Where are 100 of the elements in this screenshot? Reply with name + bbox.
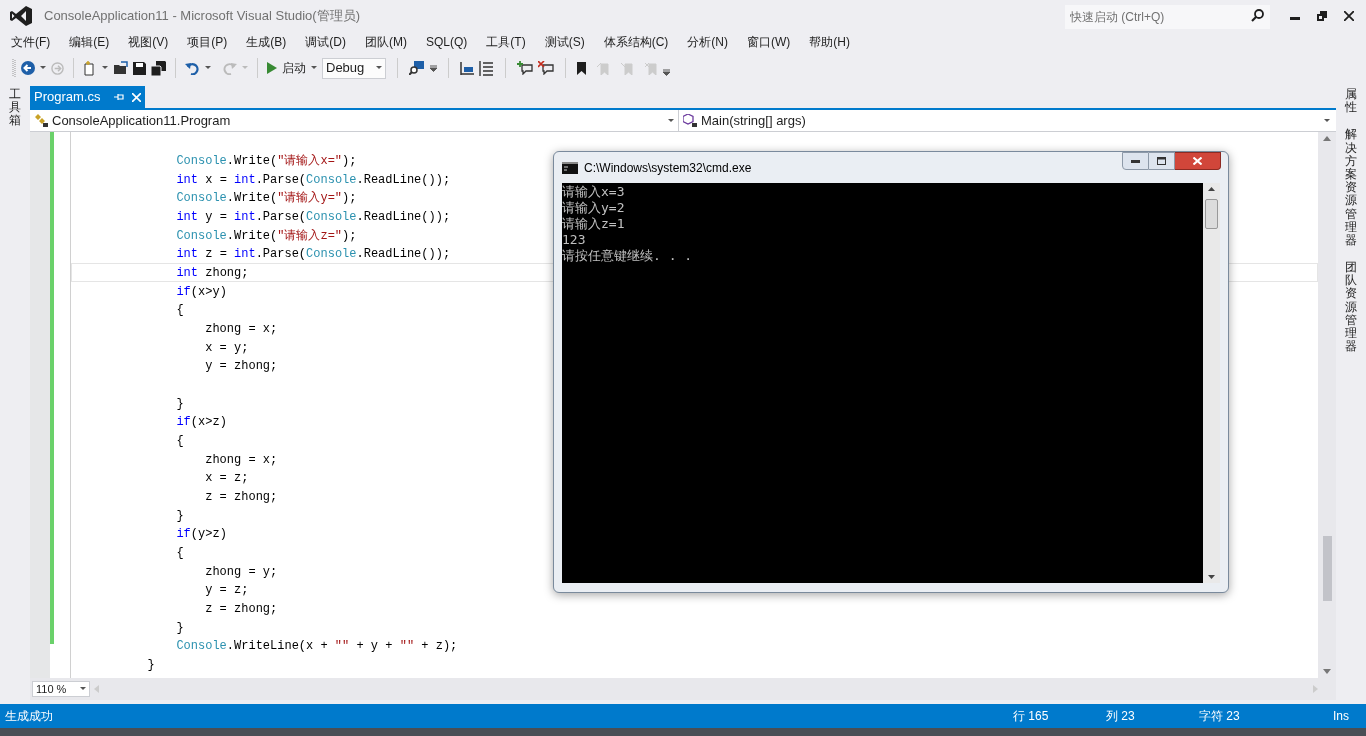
code-line: y = zhong; xyxy=(204,359,278,374)
save-all-icon[interactable] xyxy=(151,60,166,76)
overflow-icon[interactable] xyxy=(430,64,437,72)
menu-item[interactable]: 分析(N) xyxy=(687,33,728,51)
code-line: int y = int.Parse(Console.ReadLine()); xyxy=(175,210,451,224)
configuration-dropdown[interactable]: Debug xyxy=(322,57,386,79)
toolbox-tab[interactable]: 工具箱 xyxy=(9,88,21,128)
insert-mode: Ins xyxy=(1333,708,1349,725)
minimize-icon xyxy=(1131,159,1140,163)
console-line: 请按任意键继续. . . xyxy=(562,248,694,264)
code-line: } xyxy=(175,508,184,523)
align-icon[interactable] xyxy=(460,61,474,75)
menu-item[interactable]: 编辑(E) xyxy=(69,33,110,51)
console-line: 请输入z=1 xyxy=(562,216,626,232)
zoom-dropdown[interactable]: 110 % xyxy=(32,681,90,697)
menu-item[interactable]: 视图(V) xyxy=(128,33,169,51)
vertical-scrollbar[interactable] xyxy=(1318,132,1336,678)
type-dropdown[interactable]: ConsoleApplication11.Program xyxy=(30,110,679,131)
code-line: } xyxy=(175,396,184,411)
code-line: if(x>z) xyxy=(175,415,227,430)
caret-icon[interactable] xyxy=(102,66,108,70)
find-in-files-icon[interactable] xyxy=(409,61,425,75)
menu-item[interactable]: 团队(M) xyxy=(365,33,407,51)
scroll-thumb[interactable] xyxy=(1205,199,1218,229)
start-button[interactable]: 启动 xyxy=(267,59,306,77)
line-number: 行 165 xyxy=(1013,708,1050,725)
code-line: x = y; xyxy=(204,340,249,355)
new-project-icon[interactable] xyxy=(83,60,97,76)
caret-icon[interactable] xyxy=(311,66,317,70)
side-panel-tab[interactable]: 团队资源管理器 xyxy=(1345,261,1357,354)
scroll-thumb[interactable] xyxy=(1322,536,1332,601)
add-comment-icon[interactable] xyxy=(517,61,533,75)
code-line: zhong = x; xyxy=(204,322,278,337)
code-line: zhong = y; xyxy=(204,564,278,579)
menu-item[interactable]: 生成(B) xyxy=(246,33,287,51)
code-line: z = zhong; xyxy=(204,602,278,617)
code-line: { xyxy=(175,434,184,449)
remove-comment-icon[interactable] xyxy=(538,61,554,75)
list-icon[interactable] xyxy=(479,60,494,76)
bookmark-icon[interactable] xyxy=(577,61,586,75)
document-tab[interactable]: Program.cs xyxy=(30,86,146,108)
console-line: 123 xyxy=(562,232,587,248)
close-icon xyxy=(1193,157,1202,165)
caret-icon[interactable] xyxy=(205,66,211,70)
menu-item[interactable]: 调试(D) xyxy=(305,33,346,51)
scroll-down-icon xyxy=(1208,575,1215,579)
back-icon[interactable] xyxy=(21,61,35,75)
scroll-up-icon xyxy=(1208,187,1215,191)
character-number: 字符 23 xyxy=(1199,708,1241,725)
window-title: ConsoleApplication11 - Microsoft Visual Studio(管理员) xyxy=(44,7,360,26)
caret-icon xyxy=(376,66,382,70)
minimize-button[interactable] xyxy=(1122,152,1149,170)
close-button[interactable] xyxy=(1175,152,1221,170)
code-line: if(x>y) xyxy=(175,284,227,299)
console-scrollbar[interactable] xyxy=(1203,183,1220,583)
code-line: Console.WriteLine(x + "" + y + "" + z); xyxy=(175,639,458,654)
quick-launch-field[interactable]: 快速启动 (Ctrl+Q) xyxy=(1065,5,1270,29)
code-line: int x = int.Parse(Console.ReadLine()); xyxy=(175,172,451,187)
method-icon xyxy=(683,114,697,127)
menu-item[interactable]: 项目(P) xyxy=(187,33,228,51)
code-line: Console.Write("请输入x="); xyxy=(175,154,357,168)
code-line: } xyxy=(175,620,184,635)
maximize-button[interactable] xyxy=(1149,152,1175,170)
code-line: z = zhong; xyxy=(204,490,278,505)
overflow-icon[interactable] xyxy=(663,68,670,76)
pin-icon[interactable] xyxy=(114,92,125,102)
menu-item[interactable]: 体系结构(C) xyxy=(603,33,669,51)
grip-icon xyxy=(12,58,16,78)
console-line: 请输入y=2 xyxy=(562,200,626,216)
search-icon xyxy=(1251,9,1264,22)
visual-studio-logo xyxy=(10,6,32,26)
menu-item[interactable]: 工具(T) xyxy=(486,33,526,51)
menu-item[interactable]: SQL(Q) xyxy=(426,33,468,51)
menu-item[interactable]: 帮助(H) xyxy=(809,33,850,51)
scroll-down-icon xyxy=(1323,669,1331,674)
column-number: 列 23 xyxy=(1106,708,1136,725)
caret-icon xyxy=(668,118,674,123)
console-title: C:\Windows\system32\cmd.exe xyxy=(584,159,752,177)
side-panel-tab[interactable]: 属性 xyxy=(1345,88,1357,115)
save-icon[interactable] xyxy=(133,61,146,75)
undo-icon[interactable] xyxy=(185,61,200,75)
play-icon xyxy=(267,62,277,74)
side-panel-tab[interactable]: 解决方案资源管理器 xyxy=(1345,128,1357,248)
menu-item[interactable]: 测试(S) xyxy=(544,33,585,51)
open-folder-icon[interactable] xyxy=(113,61,128,75)
member-dropdown[interactable]: Main(string[] args) xyxy=(679,110,1336,131)
scroll-up-icon xyxy=(1323,136,1331,141)
menu-item[interactable]: 窗口(W) xyxy=(747,33,791,51)
code-line: int zhong; xyxy=(175,266,249,281)
class-icon xyxy=(34,114,48,127)
code-line: { xyxy=(175,303,184,318)
restore-icon[interactable] xyxy=(1317,11,1327,21)
console-icon xyxy=(562,161,578,174)
code-line: Console.Write("请输入y="); xyxy=(175,191,357,206)
menu-item[interactable]: 文件(F) xyxy=(11,33,51,51)
caret-icon xyxy=(80,687,86,691)
console-line: 请输入x=3 xyxy=(562,184,626,200)
code-line: if(y>z) xyxy=(175,527,227,542)
close-icon[interactable] xyxy=(1344,11,1354,21)
caret-icon[interactable] xyxy=(40,66,46,70)
